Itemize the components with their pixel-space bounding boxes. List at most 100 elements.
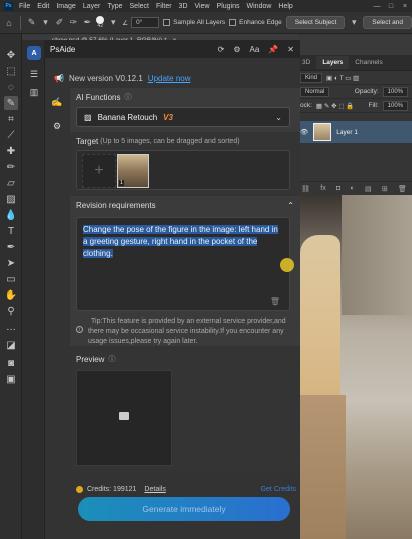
blur-tool-icon[interactable]: 💧 — [4, 208, 18, 222]
add-image-button[interactable]: + — [82, 154, 116, 188]
pin-icon[interactable]: 📌 — [268, 45, 278, 54]
hand-tool-icon[interactable]: ✋ — [4, 288, 18, 302]
menu-image[interactable]: Image — [56, 3, 75, 10]
preview-box[interactable] — [76, 370, 172, 466]
new-layer-icon[interactable]: ⊞ — [382, 185, 388, 193]
brush-tool-icon[interactable]: ✏ — [4, 160, 18, 174]
fill-field[interactable]: 100% — [382, 100, 408, 111]
menu-filter[interactable]: Filter — [156, 3, 172, 10]
home-icon[interactable]: ⌂ — [4, 18, 14, 28]
delete-layer-icon[interactable]: 🗑 — [398, 185, 407, 193]
close-icon[interactable]: ✕ — [287, 45, 294, 54]
quick-select-tool-icon[interactable]: ✎ — [4, 96, 18, 110]
gradient-tool-icon[interactable]: ▨ — [4, 192, 18, 206]
visibility-eye-icon[interactable]: 👁 — [300, 128, 308, 136]
font-size-icon[interactable]: Aa — [250, 45, 260, 54]
sample-all-layers-checkbox[interactable]: Sample All Layers — [163, 19, 225, 26]
kind-filter-select[interactable]: Kind — [300, 72, 323, 83]
menu-plugins[interactable]: Plugins — [217, 3, 240, 10]
brush-size-picker[interactable]: 42 — [96, 16, 105, 29]
filter-icons[interactable]: ▣ ◐ T ▭ ▥ — [326, 74, 359, 82]
menu-3d[interactable]: 3D — [179, 3, 188, 10]
refresh-icon[interactable]: ⟳ — [218, 45, 225, 54]
new-group-icon[interactable]: ▤ — [365, 185, 372, 193]
adjustment-layer-icon[interactable]: ◐ — [350, 185, 354, 192]
lock-icons[interactable]: ▦ ✎ ✥ ⬚ 🔒 — [316, 102, 355, 110]
opacity-field[interactable]: 100% — [382, 86, 408, 97]
tab-layers[interactable]: Layers — [316, 56, 350, 69]
layer-row[interactable]: 👁 Layer 1 — [296, 121, 412, 143]
chevron-down-icon[interactable]: ▾ — [108, 17, 118, 28]
menu-window[interactable]: Window — [247, 3, 272, 10]
tab-channels[interactable]: Channels — [349, 56, 388, 69]
subtract-selection-icon[interactable]: ✒ — [82, 17, 92, 28]
quick-select-tool-icon[interactable]: ✎ — [27, 17, 37, 28]
panel-options-icon[interactable]: ☰ — [26, 66, 42, 82]
credits-row: Credits: 199121 Details Get Credits — [76, 483, 296, 495]
menu-layer[interactable]: Layer — [83, 3, 101, 10]
color-swatches-icon[interactable]: ◪ — [4, 338, 18, 352]
info-icon[interactable]: ⓘ — [124, 92, 131, 102]
adjust-icon[interactable]: ▥ — [26, 84, 42, 100]
maximize-icon[interactable]: □ — [384, 3, 398, 10]
collapse-icon[interactable]: ⌃ — [287, 201, 294, 210]
angle-icon: ∠ — [122, 19, 129, 27]
get-credits-link[interactable]: Get Credits — [261, 486, 296, 493]
angle-control[interactable]: ∠ 0° — [122, 17, 160, 28]
more-tools-icon[interactable]: … — [4, 320, 18, 334]
eraser-tool-icon[interactable]: ▱ — [4, 176, 18, 190]
new-selection-icon[interactable]: ✐ — [55, 17, 65, 28]
menu-view[interactable]: View — [195, 3, 210, 10]
menu-select[interactable]: Select — [130, 3, 149, 10]
type-tool-icon[interactable]: T — [4, 224, 18, 238]
fx-icon[interactable]: fx — [320, 185, 325, 192]
menu-file[interactable]: File — [19, 3, 30, 10]
screen-mode-icon[interactable]: ▣ — [4, 372, 18, 386]
blend-mode-select[interactable]: Normal — [300, 86, 330, 97]
revision-textarea[interactable]: Change the pose of the figure in the ima… — [76, 217, 294, 311]
settings-nav-icon[interactable]: ⚙ — [50, 119, 64, 133]
details-link[interactable]: Details — [144, 486, 165, 493]
ai-function-select[interactable]: ▨ Banana Retouch V3 ⌄ — [76, 107, 290, 127]
credits-label: Credits: 199121 — [87, 485, 137, 493]
select-subject-button[interactable]: Select Subject — [285, 16, 346, 29]
megaphone-icon: 📢 — [54, 73, 64, 83]
select-and-mask-button[interactable]: Select and — [363, 16, 412, 29]
crop-tool-icon[interactable]: ⌗ — [4, 112, 18, 126]
settings-icon[interactable]: ⚙ — [233, 45, 240, 54]
path-select-tool-icon[interactable]: ➤ — [4, 256, 18, 270]
psaide-logo-icon[interactable]: A — [27, 46, 41, 60]
divider — [19, 15, 21, 30]
minimize-icon[interactable]: — — [370, 3, 384, 10]
info-icon[interactable]: ⓘ — [108, 354, 115, 364]
target-images-box[interactable]: + 1 — [76, 150, 290, 190]
link-layers-icon[interactable]: ⛓ — [301, 185, 310, 193]
quick-mask-icon[interactable]: ◙ — [4, 356, 18, 370]
zoom-tool-icon[interactable]: ⚲ — [4, 304, 18, 318]
menu-help[interactable]: Help — [278, 3, 292, 10]
chevron-down-icon[interactable]: ▾ — [41, 17, 51, 28]
menu-edit[interactable]: Edit — [37, 3, 49, 10]
generate-button[interactable]: Generate immediately — [78, 497, 290, 521]
pen-tool-icon[interactable]: ✒ — [4, 240, 18, 254]
rectangle-tool-icon[interactable]: ▭ — [4, 272, 18, 286]
healing-brush-tool-icon[interactable]: ✚ — [4, 144, 18, 158]
target-image-thumbnail[interactable]: 1 — [117, 154, 149, 188]
eyedropper-tool-icon[interactable]: ⟋ — [4, 128, 18, 142]
trash-icon[interactable]: 🗑 — [270, 297, 280, 306]
preview-header: Preview ⓘ — [70, 350, 300, 368]
move-tool-icon[interactable]: ✥ — [4, 48, 18, 62]
menu-type[interactable]: Type — [107, 3, 122, 10]
add-mask-icon[interactable]: ◘ — [336, 185, 340, 192]
ai-tools-nav-icon[interactable]: ✍ — [50, 95, 64, 109]
enhance-edge-checkbox[interactable]: Enhance Edge — [229, 19, 282, 26]
image-placeholder-icon — [119, 412, 129, 420]
lasso-tool-icon[interactable]: ◌ — [4, 80, 18, 94]
close-window-icon[interactable]: × — [398, 3, 412, 10]
add-selection-icon[interactable]: ✑ — [68, 17, 78, 28]
chevron-down-icon[interactable]: ▾ — [349, 17, 359, 28]
target-hint: (Up to 5 images, can be dragged and sort… — [100, 137, 240, 145]
angle-value[interactable]: 0° — [131, 17, 160, 28]
marquee-tool-icon[interactable]: ⬚ — [4, 64, 18, 78]
update-now-link[interactable]: Update now — [148, 74, 191, 83]
